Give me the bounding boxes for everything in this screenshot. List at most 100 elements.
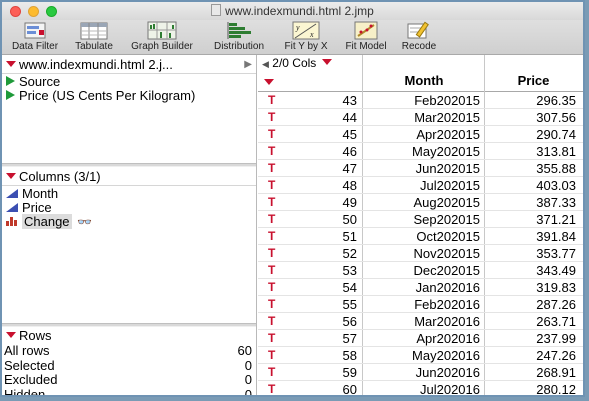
table-row[interactable]: T 55 Feb202016 287.26 [258, 296, 583, 313]
cell-month[interactable]: Jun202016 [364, 364, 480, 381]
row-number[interactable]: 49 [300, 194, 357, 211]
cell-price[interactable]: 319.83 [484, 279, 576, 296]
left-arrow-icon[interactable]: ◀ [262, 59, 269, 69]
table-row[interactable]: T 57 Apr202016 237.99 [258, 330, 583, 347]
tabulate-button[interactable]: Tabulate [68, 21, 120, 52]
row-number[interactable]: 59 [300, 364, 357, 381]
collapse-arrow-icon[interactable]: ▶ [244, 57, 252, 73]
table-row[interactable]: T 52 Nov202015 353.77 [258, 245, 583, 262]
cell-price[interactable]: 313.81 [484, 143, 576, 160]
recode-button[interactable]: Recode [396, 21, 442, 52]
row-number[interactable]: 44 [300, 109, 357, 126]
cell-price[interactable]: 387.33 [484, 194, 576, 211]
red-triangle-menu-icon[interactable] [6, 61, 16, 67]
red-triangle-menu-icon[interactable] [6, 332, 16, 338]
red-triangle-menu-icon[interactable] [6, 173, 16, 179]
cell-price[interactable]: 268.91 [484, 364, 576, 381]
cell-month[interactable]: Nov202015 [364, 245, 481, 262]
cell-price[interactable]: 391.84 [484, 228, 576, 245]
row-number[interactable]: 55 [300, 296, 357, 313]
row-number[interactable]: 56 [300, 313, 357, 330]
row-number[interactable]: 54 [300, 279, 357, 296]
row-number[interactable]: 48 [300, 177, 357, 194]
column-header-month[interactable]: Month [364, 73, 484, 88]
cell-price[interactable]: 371.21 [484, 211, 576, 228]
column-item-change[interactable]: Change 👓 [2, 214, 256, 229]
cell-month[interactable]: Dec202015 [364, 262, 481, 279]
column-header-price[interactable]: Price [484, 73, 583, 88]
cell-month[interactable]: Jun202015 [364, 160, 480, 177]
table-row[interactable]: T 51 Oct202015 391.84 [258, 228, 583, 245]
table-row[interactable]: T 54 Jan202016 319.83 [258, 279, 583, 296]
row-number[interactable]: 45 [300, 126, 357, 143]
table-row[interactable]: T 50 Sep202015 371.21 [258, 211, 583, 228]
cell-month[interactable]: Jan202016 [364, 279, 480, 296]
cell-month[interactable]: May202015 [364, 143, 480, 160]
cell-price[interactable]: 296.35 [484, 92, 576, 109]
rows-panel-header[interactable]: Rows [2, 328, 256, 344]
cell-price[interactable]: 290.74 [484, 126, 576, 143]
column-item-price[interactable]: Price [2, 201, 256, 215]
cell-price[interactable]: 247.26 [484, 347, 576, 364]
table-script-source[interactable]: Source [2, 75, 256, 89]
cell-month[interactable]: Feb202015 [364, 92, 480, 109]
table-row[interactable]: T 45 Apr202015 290.74 [258, 126, 583, 143]
title-bar[interactable]: www.indexmundi.html 2.jmp [2, 2, 583, 20]
fit-model-button[interactable]: Fit Model [340, 21, 392, 52]
row-number[interactable]: 57 [300, 330, 357, 347]
cell-price[interactable]: 343.49 [484, 262, 576, 279]
table-row[interactable]: T 48 Jul202015 403.03 [258, 177, 583, 194]
table-row[interactable]: T 43 Feb202015 296.35 [258, 92, 583, 109]
cell-price[interactable]: 287.26 [484, 296, 576, 313]
cell-price[interactable]: 353.77 [484, 245, 576, 262]
rows-menu-icon[interactable] [264, 79, 274, 85]
cell-price[interactable]: 237.99 [484, 330, 576, 347]
table-row[interactable]: T 44 Mar202015 307.56 [258, 109, 583, 126]
row-number[interactable]: 53 [300, 262, 357, 279]
cell-price[interactable]: 263.71 [484, 313, 576, 330]
table-panel-header[interactable]: www.indexmundi.html 2.j... ▶ [2, 57, 256, 74]
fit-y-by-x-button[interactable]: yx Fit Y by X [278, 21, 334, 52]
column-item-month[interactable]: Month [2, 187, 256, 201]
row-number[interactable]: 60 [300, 381, 357, 395]
table-row[interactable]: T 53 Dec202015 343.49 [258, 262, 583, 279]
cell-month[interactable]: Apr202015 [364, 126, 480, 143]
table-row[interactable]: T 58 May202016 247.26 [258, 347, 583, 364]
table-row[interactable]: T 49 Aug202015 387.33 [258, 194, 583, 211]
cell-month[interactable]: Mar202016 [364, 313, 480, 330]
cell-month[interactable]: Oct202015 [364, 228, 480, 245]
panel-splitter[interactable] [2, 323, 256, 327]
table-row[interactable]: T 59 Jun202016 268.91 [258, 364, 583, 381]
cell-month[interactable]: Jul202016 [364, 381, 480, 395]
row-number[interactable]: 50 [300, 211, 357, 228]
table-row[interactable]: T 46 May202015 313.81 [258, 143, 583, 160]
cell-month[interactable]: Apr202016 [364, 330, 480, 347]
table-row[interactable]: T 47 Jun202015 355.88 [258, 160, 583, 177]
cols-selector[interactable]: ◀ 2/0 Cols [262, 56, 335, 70]
row-number[interactable]: 52 [300, 245, 357, 262]
cell-price[interactable]: 307.56 [484, 109, 576, 126]
cell-price[interactable]: 280.12 [484, 381, 576, 395]
row-number[interactable]: 43 [300, 92, 357, 109]
table-row[interactable]: T 56 Mar202016 263.71 [258, 313, 583, 330]
cell-price[interactable]: 403.03 [484, 177, 576, 194]
cell-month[interactable]: Feb202016 [364, 296, 480, 313]
data-filter-button[interactable]: Data Filter [6, 21, 64, 52]
row-number[interactable]: 51 [300, 228, 357, 245]
table-script-price[interactable]: Price (US Cents Per Kilogram) [2, 89, 256, 103]
red-triangle-menu-icon[interactable] [321, 59, 332, 65]
table-row[interactable]: T 60 Jul202016 280.12 [258, 381, 583, 395]
cell-month[interactable]: Mar202015 [364, 109, 480, 126]
row-number[interactable]: 47 [300, 160, 357, 177]
cell-month[interactable]: May202016 [364, 347, 480, 364]
row-number[interactable]: 46 [300, 143, 357, 160]
cell-month[interactable]: Sep202015 [364, 211, 480, 228]
cell-price[interactable]: 355.88 [484, 160, 576, 177]
graph-builder-button[interactable]: Graph Builder [124, 21, 200, 52]
row-number[interactable]: 58 [300, 347, 357, 364]
cell-month[interactable]: Jul202015 [364, 177, 480, 194]
panel-splitter[interactable] [2, 163, 256, 167]
cell-month[interactable]: Aug202015 [364, 194, 480, 211]
distribution-button[interactable]: Distribution [206, 21, 272, 52]
columns-panel-header[interactable]: Columns (3/1) [2, 169, 256, 186]
